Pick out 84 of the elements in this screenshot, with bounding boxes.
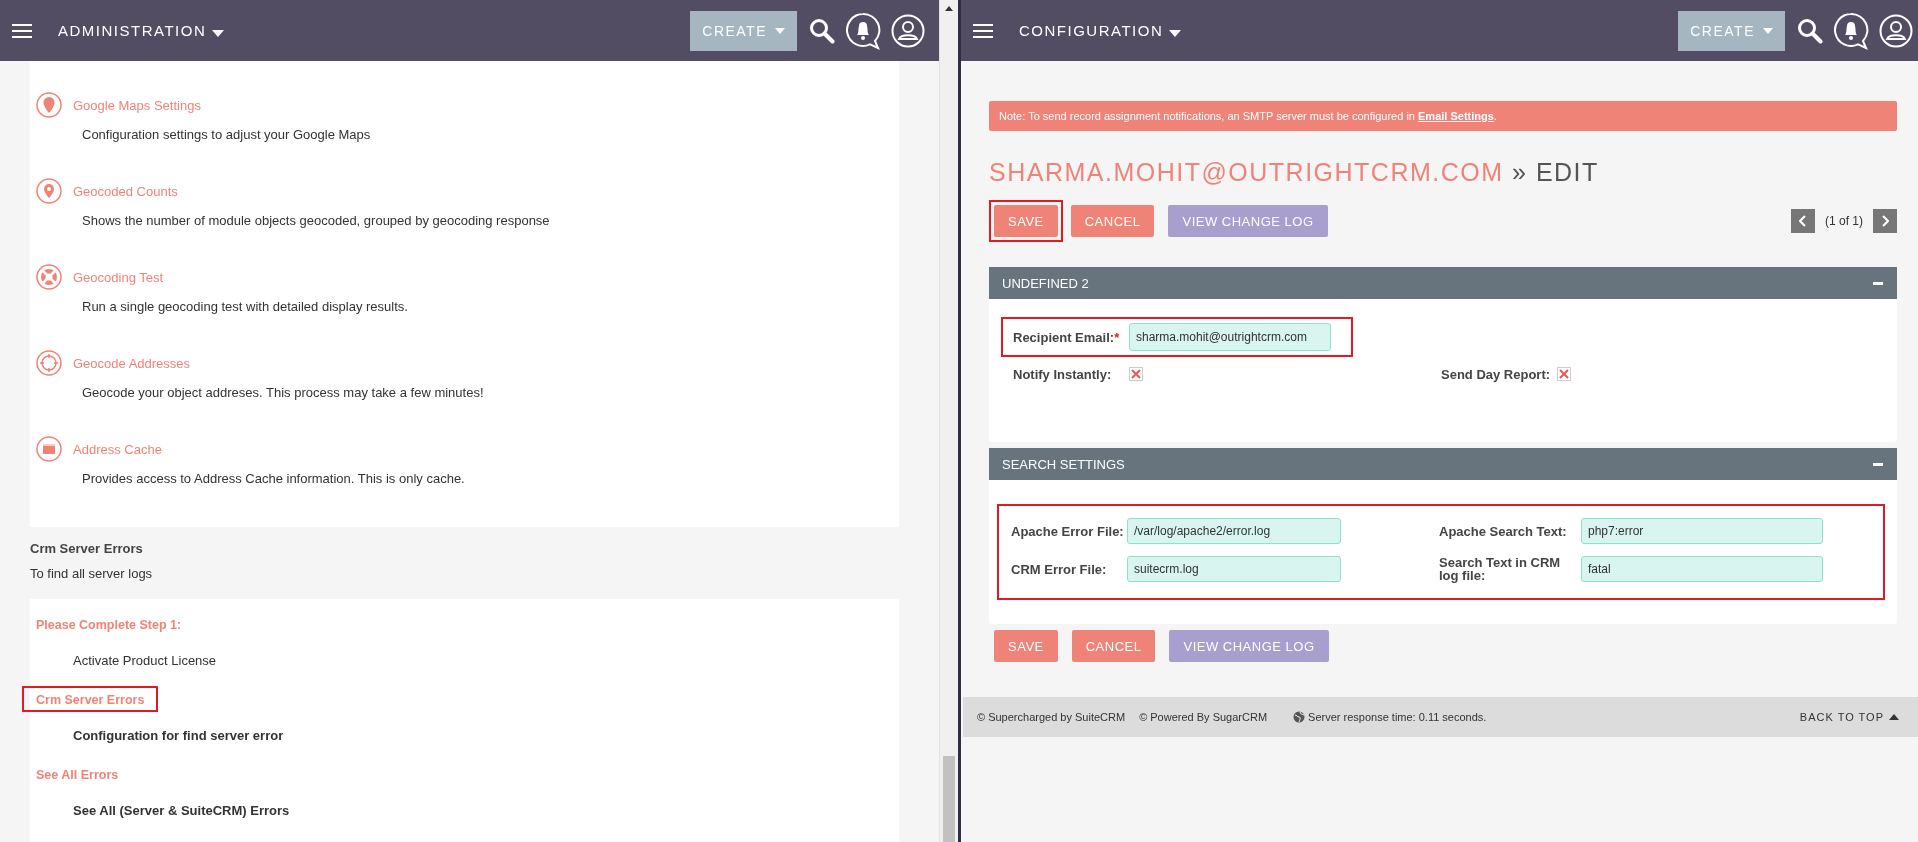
- item-description: Configuration for find server error: [72, 728, 285, 743]
- item-description: Geocode your object addreses. This process may take a few minutes!: [81, 385, 485, 400]
- admin-link[interactable]: Geocode Addresses: [73, 355, 191, 371]
- admin-link[interactable]: Geocoding Test: [73, 269, 164, 285]
- save-button[interactable]: SAVE: [994, 630, 1058, 662]
- globe-icon: [1293, 711, 1306, 723]
- log-button[interactable]: VIEW CHANGE LOG: [1168, 205, 1328, 237]
- map-pin-icon: [36, 92, 62, 118]
- caret-icon: [1169, 29, 1182, 37]
- field-label: Search Text in CRM log file:: [1439, 556, 1562, 582]
- field-label: Apache Search Text:: [1439, 524, 1568, 538]
- item-description: Provides access to Address Cache information. This is only cache.: [81, 471, 466, 486]
- location-icon: [36, 178, 62, 204]
- caret-icon: [1763, 27, 1773, 34]
- notice-banner: Note: To send record assignment notifications, an SMTP server must be configured in Email Settings.: [989, 101, 1897, 131]
- search-icon[interactable]: [809, 17, 835, 44]
- crosshair-icon: [36, 350, 62, 376]
- item-description: Activate Product License: [72, 653, 218, 668]
- save-button[interactable]: SAVE: [994, 205, 1058, 237]
- item-description: Shows the number of module objects geocoded, grouped by geocoding response: [81, 213, 551, 228]
- module-menu[interactable]: CONFIGURATION: [1019, 22, 1182, 39]
- cancel-button[interactable]: CANCEL: [1070, 205, 1155, 237]
- section-description: To find all server logs: [30, 566, 154, 581]
- item-description: Configuration settings to adjust your Google Maps: [81, 127, 372, 142]
- field-label: Notify Instantly:: [1013, 367, 1113, 382]
- user-profile-icon[interactable]: [891, 13, 925, 48]
- next-page-button[interactable]: [1873, 209, 1897, 233]
- item-description: See All (Server & SuiteCRM) Errors: [72, 803, 291, 818]
- admin-link[interactable]: Address Cache: [73, 441, 162, 457]
- x-mark-icon: [1129, 367, 1143, 381]
- notification-bell-icon[interactable]: [845, 11, 881, 50]
- field-label: Recipient Email:*: [1013, 329, 1121, 345]
- panel-header[interactable]: UNDEFINED 2: [989, 267, 1897, 299]
- credit-link[interactable]: © Supercharged by SuiteCRM: [977, 711, 1126, 723]
- cancel-button[interactable]: CANCEL: [1071, 630, 1156, 662]
- field-label: CRM Error File:: [1011, 562, 1108, 576]
- credit-link[interactable]: © Powered By SugarCRM: [1139, 711, 1268, 723]
- triangle-up-icon: [1889, 714, 1899, 720]
- back-to-top-link[interactable]: BACK TO TOP: [1799, 711, 1899, 723]
- email-field[interactable]: sharma.mohit@outrightcrm.com: [1129, 323, 1331, 351]
- folder-icon: [36, 436, 62, 462]
- menu-icon[interactable]: [12, 23, 32, 38]
- text-field[interactable]: suitecrm.log: [1127, 556, 1341, 582]
- caret-icon: [775, 27, 785, 34]
- email-settings-link[interactable]: Email Settings: [1418, 110, 1494, 122]
- scroll-up-arrow-icon[interactable]: [945, 6, 953, 11]
- lifebuoy-icon: [36, 264, 62, 290]
- panel-header[interactable]: SEARCH SETTINGS: [989, 448, 1897, 480]
- section-link[interactable]: See All Errors: [36, 768, 119, 782]
- section-title: Crm Server Errors: [30, 541, 144, 556]
- log-button[interactable]: VIEW CHANGE LOG: [1169, 630, 1329, 662]
- field-label: Send Day Report:: [1441, 367, 1552, 382]
- scrollbar[interactable]: [939, 0, 958, 842]
- chevron-right-icon: [1881, 215, 1889, 227]
- panel-title: SEARCH SETTINGS: [1002, 456, 1125, 472]
- text-field[interactable]: /var/log/apache2/error.log: [1127, 518, 1341, 544]
- section-link[interactable]: Crm Server Errors: [36, 693, 145, 707]
- admin-link[interactable]: Google Maps Settings: [73, 97, 201, 113]
- collapse-icon[interactable]: [1873, 462, 1883, 466]
- response-time: Server response time: 0.11 seconds.: [1308, 711, 1487, 723]
- breadcrumb-separator: »: [1512, 158, 1528, 186]
- page-count: (1 of 1): [1825, 214, 1863, 228]
- notification-bell-icon[interactable]: [1833, 11, 1869, 50]
- chevron-left-icon: [1799, 215, 1807, 227]
- admin-link[interactable]: Geocoded Counts: [73, 183, 178, 199]
- record-title: SHARMA.MOHIT@OUTRIGHTCRM.COM: [989, 158, 1504, 186]
- create-button[interactable]: CREATE: [1678, 10, 1785, 51]
- item-description: Run a single geocoding test with detailed display results.: [81, 299, 409, 314]
- panel-title: UNDEFINED 2: [1002, 275, 1089, 291]
- page-action: EDIT: [1535, 158, 1599, 186]
- text-field[interactable]: fatal: [1581, 556, 1823, 582]
- x-mark-icon: [1557, 367, 1571, 381]
- previous-page-button[interactable]: [1791, 209, 1815, 233]
- module-menu[interactable]: ADMINISTRATION: [58, 22, 225, 39]
- menu-icon[interactable]: [973, 23, 993, 38]
- create-button[interactable]: CREATE: [690, 10, 797, 51]
- field-label: Apache Error File:: [1011, 524, 1125, 538]
- caret-icon: [212, 29, 225, 37]
- collapse-icon[interactable]: [1873, 281, 1883, 285]
- section-link[interactable]: Please Complete Step 1:: [36, 618, 182, 632]
- search-icon[interactable]: [1797, 17, 1823, 44]
- scrollbar-thumb[interactable]: [943, 756, 955, 842]
- text-field[interactable]: php7:error: [1581, 518, 1823, 544]
- user-profile-icon[interactable]: [1879, 13, 1913, 48]
